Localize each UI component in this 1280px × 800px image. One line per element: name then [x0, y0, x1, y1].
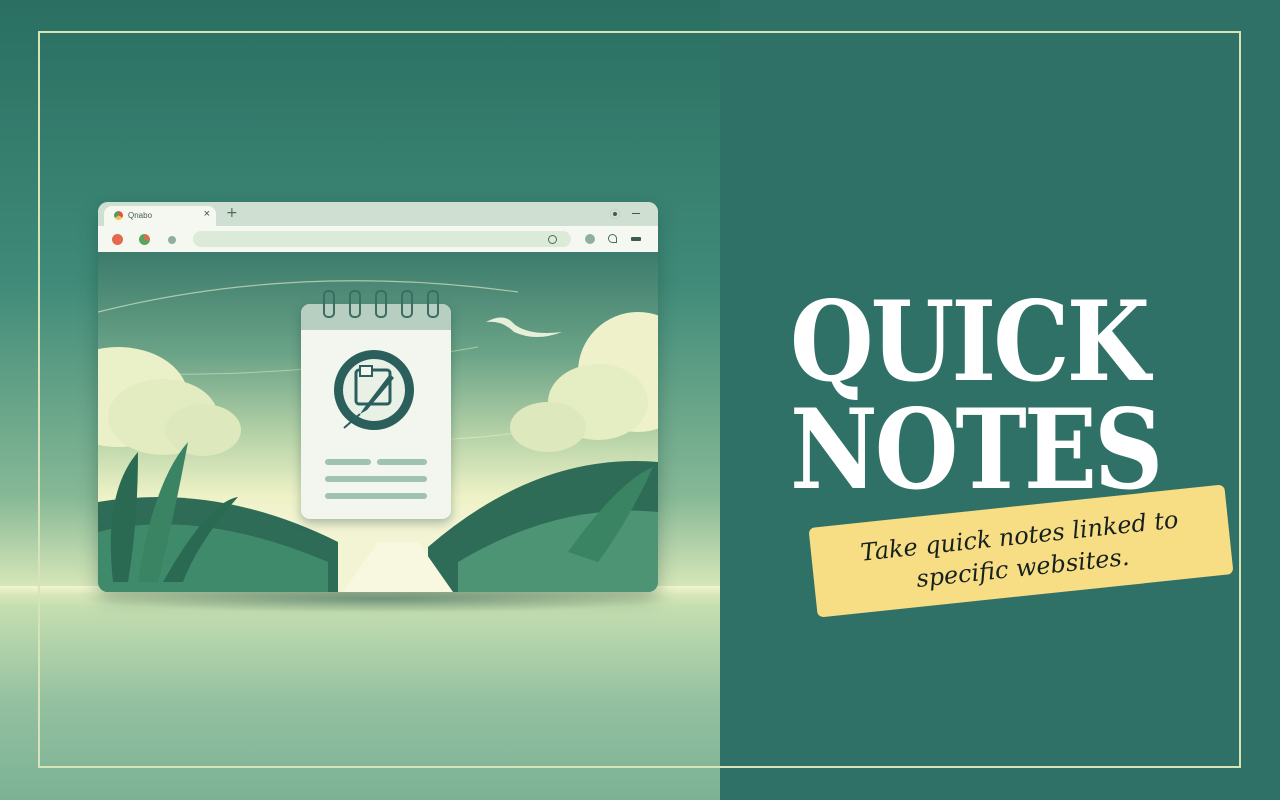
title-line-2: NOTES	[790, 384, 1163, 515]
browser-tab-bar: Qnabo × +	[98, 202, 658, 226]
note-line	[325, 493, 427, 499]
minimize-icon	[632, 213, 640, 214]
binder-ring-icon	[427, 290, 439, 318]
profile-icon	[585, 234, 595, 244]
close-icon: ×	[203, 208, 210, 220]
landscape-scene	[98, 252, 658, 592]
binder-ring-icon	[401, 290, 413, 318]
title-line-1: QUICK	[790, 276, 1150, 407]
extension-icon	[112, 234, 123, 245]
browser-toolbar	[98, 226, 658, 252]
promo-banner: Qnabo × + QUICK NOTES Take quick notes l…	[0, 0, 1280, 800]
browser-tab-title: Qnabo	[128, 211, 153, 220]
browser-tab: Qnabo ×	[104, 206, 216, 226]
illustration-panel: Qnabo × +	[0, 0, 720, 800]
binder-ring-icon	[375, 290, 387, 318]
chrome-icon	[139, 234, 150, 245]
note-line	[377, 459, 427, 465]
edit-note-icon	[334, 350, 414, 430]
bird-icon	[486, 317, 562, 337]
note-line	[325, 476, 427, 482]
search-icon	[548, 235, 557, 244]
new-tab-icon: +	[226, 205, 238, 221]
menu-icon	[631, 237, 641, 241]
window-control-icon	[610, 209, 620, 219]
binder-ring-icon	[349, 290, 361, 318]
history-icon	[608, 234, 617, 243]
page-title: QUICK NOTES	[790, 276, 1210, 504]
notepad-illustration	[301, 290, 451, 519]
address-bar	[193, 231, 571, 247]
binder-ring-icon	[323, 290, 335, 318]
status-dot-icon	[168, 236, 176, 244]
note-line	[325, 459, 371, 465]
browser-window-illustration: Qnabo × +	[98, 202, 658, 592]
favicon-icon	[114, 211, 123, 220]
